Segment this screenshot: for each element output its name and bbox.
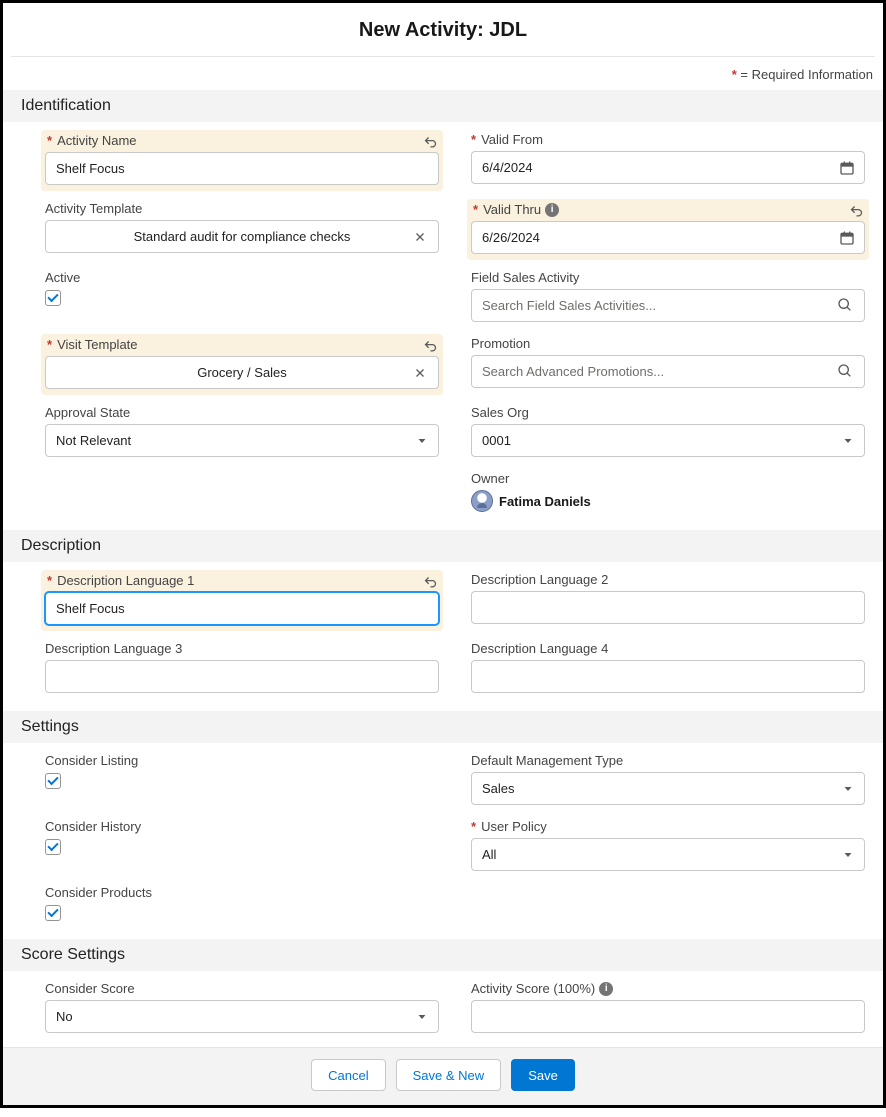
field-sales-search-input[interactable]: [471, 289, 865, 322]
approval-state-select[interactable]: Not Relevant: [45, 424, 439, 457]
section-identification: Identification: [3, 90, 883, 122]
info-icon[interactable]: i: [599, 982, 613, 996]
consider-products-checkbox[interactable]: [45, 905, 61, 921]
activity-score-field: Activity Score (100%) i: [471, 977, 865, 1039]
calendar-icon[interactable]: [837, 158, 857, 178]
owner-field: Owner Fatima Daniels: [471, 467, 865, 518]
undo-icon[interactable]: [421, 338, 439, 356]
sales-org-field: Sales Org 0001: [471, 401, 865, 463]
active-field: Active: [45, 266, 439, 328]
valid-thru-input[interactable]: [471, 221, 865, 254]
desc-lang2-field: Description Language 2: [471, 568, 865, 633]
chevron-down-icon: [842, 849, 854, 861]
identification-body: *Activity Name *Valid From Activity Temp…: [3, 122, 883, 530]
chevron-down-icon: [416, 1011, 428, 1023]
sales-org-select[interactable]: 0001: [471, 424, 865, 457]
activity-template-field: Activity Template Standard audit for com…: [45, 197, 439, 262]
owner-name: Fatima Daniels: [499, 494, 591, 509]
search-icon: [837, 297, 855, 315]
desc-lang4-field: Description Language 4: [471, 637, 865, 699]
default-mgmt-select[interactable]: Sales: [471, 772, 865, 805]
consider-history-checkbox[interactable]: [45, 839, 61, 855]
desc-lang1-field: *Description Language 1: [41, 570, 443, 631]
activity-name-input[interactable]: [45, 152, 439, 185]
description-body: *Description Language 1 Description Lang…: [3, 562, 883, 711]
activity-template-lookup[interactable]: Standard audit for compliance checks: [45, 220, 439, 253]
info-icon[interactable]: i: [545, 203, 559, 217]
promotion-field: Promotion: [471, 332, 865, 397]
desc-lang2-input[interactable]: [471, 591, 865, 624]
activity-score-input[interactable]: [471, 1000, 865, 1033]
save-and-new-button[interactable]: Save & New: [396, 1059, 502, 1091]
valid-thru-field: *Valid Thru i: [467, 199, 869, 260]
desc-lang4-input[interactable]: [471, 660, 865, 693]
close-icon[interactable]: [410, 363, 430, 383]
active-checkbox[interactable]: [45, 290, 61, 306]
section-settings: Settings: [3, 711, 883, 743]
promotion-search-input[interactable]: [471, 355, 865, 388]
avatar: [471, 490, 493, 512]
section-score-settings: Score Settings: [3, 939, 883, 971]
visit-template-field: *Visit Template Grocery / Sales: [41, 334, 443, 395]
consider-listing-field: Consider Listing: [45, 749, 439, 811]
user-policy-select[interactable]: All: [471, 838, 865, 871]
undo-icon[interactable]: [847, 203, 865, 221]
consider-listing-checkbox[interactable]: [45, 773, 61, 789]
chevron-down-icon: [842, 435, 854, 447]
consider-score-field: Consider Score No: [45, 977, 439, 1039]
visit-template-lookup[interactable]: Grocery / Sales: [45, 356, 439, 389]
valid-from-field: *Valid From: [471, 128, 865, 193]
save-button[interactable]: Save: [511, 1059, 575, 1091]
chevron-down-icon: [416, 435, 428, 447]
default-mgmt-field: Default Management Type Sales: [471, 749, 865, 811]
desc-lang1-input[interactable]: [45, 592, 439, 625]
desc-lang3-input[interactable]: [45, 660, 439, 693]
consider-score-select[interactable]: No: [45, 1000, 439, 1033]
section-description: Description: [3, 530, 883, 562]
approval-state-field: Approval State Not Relevant: [45, 401, 439, 463]
desc-lang3-field: Description Language 3: [45, 637, 439, 699]
consider-history-field: Consider History: [45, 815, 439, 877]
chevron-down-icon: [842, 783, 854, 795]
close-icon[interactable]: [410, 227, 430, 247]
undo-icon[interactable]: [421, 574, 439, 592]
cancel-button[interactable]: Cancel: [311, 1059, 385, 1091]
field-sales-activity-field: Field Sales Activity: [471, 266, 865, 328]
dialog-footer: Cancel Save & New Save: [3, 1047, 883, 1105]
calendar-icon[interactable]: [837, 228, 857, 248]
undo-icon[interactable]: [421, 134, 439, 152]
valid-from-input[interactable]: [471, 151, 865, 184]
search-icon: [837, 363, 855, 381]
activity-name-field: *Activity Name: [41, 130, 443, 191]
dialog-title: New Activity: JDL: [3, 3, 883, 56]
required-info-note: * = Required Information: [3, 57, 883, 90]
settings-body: Consider Listing Default Management Type…: [3, 743, 883, 939]
consider-products-field: Consider Products: [45, 881, 439, 927]
user-policy-field: *User Policy All: [471, 815, 865, 877]
